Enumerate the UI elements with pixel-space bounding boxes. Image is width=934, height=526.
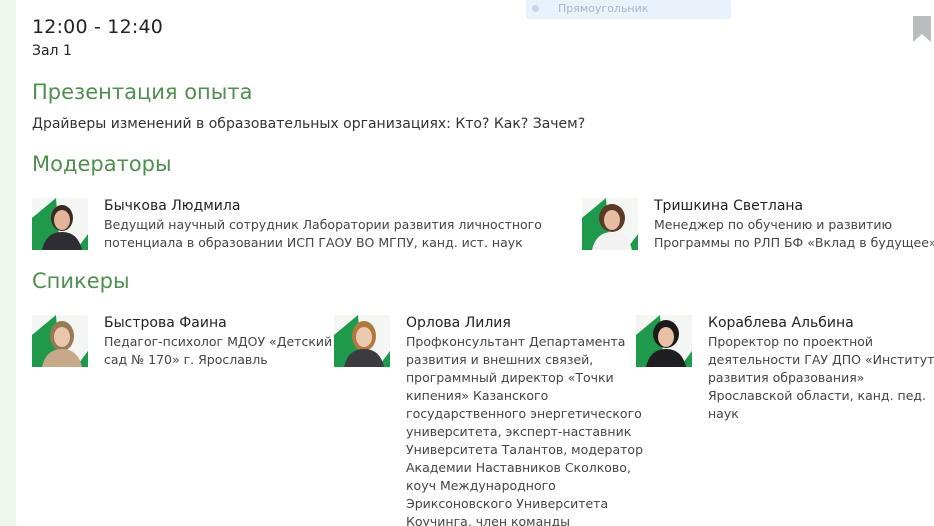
speaker-name: Быстрова Фаина [104, 315, 227, 331]
avatar [582, 198, 638, 250]
avatar [32, 198, 88, 250]
bookmark-icon[interactable] [913, 16, 931, 42]
role-line: деятельности ГАУ ДПО «Институт [708, 352, 934, 367]
session-time: 12:00 - 12:40 [32, 16, 164, 38]
role-line: Проректор по проектной [708, 334, 874, 349]
role-line: Программы по РЛП БФ «Вклад в будущее» [654, 235, 934, 250]
speaker-role: Педагог-психолог МДОУ «Детский сад № 170… [104, 333, 332, 369]
role-line: развития и внешних связей, [406, 352, 594, 367]
avatar [334, 315, 390, 367]
role-line: сад № 170» г. Ярославль [104, 352, 268, 367]
dot-icon [532, 5, 539, 12]
role-line: программный директор «Точки [406, 370, 614, 385]
overlay-label-text: Прямоугольник [558, 2, 649, 15]
moderator-name: Бычкова Людмила [104, 198, 241, 214]
role-line: Профконсультант Департамента [406, 334, 626, 349]
moderator-role: Менеджер по обучению и развитию Программ… [654, 216, 934, 252]
avatar [636, 315, 692, 367]
speaker-role: Проректор по проектной деятельности ГАУ … [708, 333, 934, 423]
role-line: Ведущий научный сотрудник Лаборатории ра… [104, 217, 542, 232]
role-line: Эриксоновского Университета [406, 496, 609, 511]
role-line: Педагог-психолог МДОУ «Детский [104, 334, 333, 349]
overlay-rectangle-label: Прямоугольник [526, 0, 731, 19]
role-line: университета, эксперт-наставник [406, 424, 632, 439]
moderator-name: Тришкина Светлана [654, 198, 804, 214]
role-line: развития образования» [708, 370, 865, 385]
speakers-heading: Спикеры [32, 269, 130, 293]
role-line: Коучинга, член команды [406, 514, 570, 526]
role-line: государственного энергетического [406, 406, 642, 421]
role-line: Университета Талантов, модератор [406, 442, 644, 457]
role-line: коуч Международного [406, 478, 556, 493]
speaker-name: Кораблева Альбина [708, 315, 854, 331]
avatar [32, 315, 88, 367]
role-line: Менеджер по обучению и развитию [654, 217, 893, 232]
speaker-name: Орлова Лилия [406, 315, 511, 331]
session-hall: Зал 1 [32, 43, 72, 59]
role-line: Академии Наставников Сколково, [406, 460, 631, 475]
role-line: наук [708, 406, 739, 421]
session-card: Прямоугольник 12:00 - 12:40 Зал 1 Презен… [16, 0, 934, 526]
role-line: потенциала в образовании ИСП ГАОУ ВО МГП… [104, 235, 523, 250]
role-line: Ярославской области, канд. пед. [708, 388, 927, 403]
speaker-role: Профконсультант Департамента развития и … [406, 333, 643, 526]
role-line: кипения» Казанского [406, 388, 549, 403]
moderators-heading: Модераторы [32, 152, 172, 176]
session-topic: Драйверы изменений в образовательных орг… [32, 116, 586, 132]
session-format: Презентация опыта [32, 80, 253, 104]
moderator-role: Ведущий научный сотрудник Лаборатории ра… [104, 216, 542, 252]
